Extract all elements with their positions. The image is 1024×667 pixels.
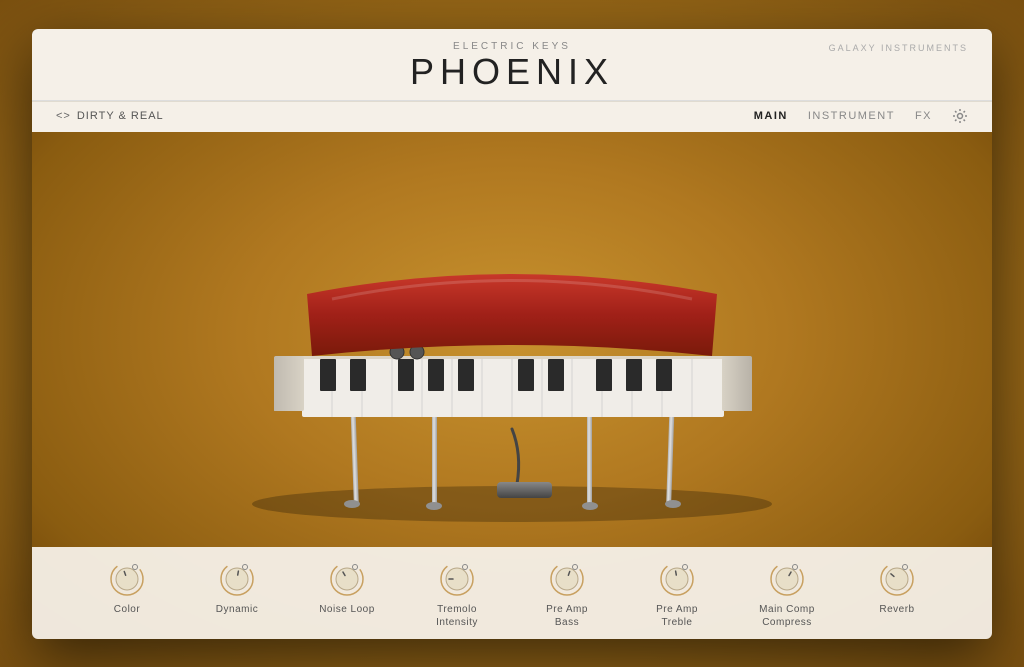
outer-wrapper: Galaxy Instruments Electric Keys PHOENIX… — [0, 0, 1024, 667]
knob-pre-amp-bass-label: Pre AmpBass — [546, 603, 588, 629]
knob-pre-amp-treble-label: Pre AmpTreble — [656, 603, 698, 629]
tab-main[interactable]: MAIN — [754, 110, 788, 122]
knob-dynamic[interactable] — [217, 559, 257, 599]
knob-color-container — [107, 559, 147, 599]
galaxy-label: Galaxy Instruments — [829, 43, 968, 53]
plugin-window: Galaxy Instruments Electric Keys PHOENIX… — [32, 29, 992, 639]
knob-color[interactable] — [107, 559, 147, 599]
knob-reverb-container — [877, 559, 917, 599]
knob-tremolo-intensity-label: TremoloIntensity — [436, 603, 478, 629]
knob-pre-amp-treble-container — [657, 559, 697, 599]
knob-noise-loop-label: Noise Loop — [319, 603, 375, 616]
knob-reverb-control: Reverb — [842, 559, 952, 629]
settings-icon[interactable] — [952, 108, 968, 124]
knob-tremolo-intensity[interactable] — [437, 559, 477, 599]
preset-arrows[interactable]: <> — [56, 110, 71, 122]
knob-pre-amp-treble[interactable] — [657, 559, 697, 599]
preset-nav: <> DIRTY & REAL — [56, 110, 164, 122]
knob-pre-amp-bass[interactable] — [547, 559, 587, 599]
nav-links: MAIN INSTRUMENT FX — [754, 108, 968, 124]
piano-illustration — [202, 164, 822, 524]
knob-tremolo-intensity-control: TremoloIntensity — [402, 559, 512, 629]
knob-color-control: Color — [72, 559, 182, 629]
knob-dynamic-container — [217, 559, 257, 599]
preset-name: DIRTY & REAL — [77, 110, 164, 122]
knob-pre-amp-bass-control: Pre AmpBass — [512, 559, 622, 629]
knob-tremolo-intensity-container — [437, 559, 477, 599]
controls-bar: Color Dynamic — [32, 547, 992, 639]
knob-main-comp-compress[interactable] — [767, 559, 807, 599]
main-content: Color Dynamic — [32, 132, 992, 639]
knob-pre-amp-treble-control: Pre AmpTreble — [622, 559, 732, 629]
knob-main-comp-compress-label: Main CompCompress — [759, 603, 815, 629]
knob-dynamic-control: Dynamic — [182, 559, 292, 629]
plugin-title: PHOENIX — [410, 54, 614, 90]
knob-noise-loop[interactable] — [327, 559, 367, 599]
knob-noise-loop-control: Noise Loop — [292, 559, 402, 629]
piano-area — [32, 132, 992, 547]
knob-reverb[interactable] — [877, 559, 917, 599]
header: Galaxy Instruments Electric Keys PHOENIX — [32, 29, 992, 101]
knob-reverb-label: Reverb — [879, 603, 914, 616]
tab-fx[interactable]: FX — [915, 110, 932, 122]
knob-main-comp-compress-container — [767, 559, 807, 599]
plugin-subtitle: Electric Keys — [453, 41, 571, 52]
tab-instrument[interactable]: INSTRUMENT — [808, 110, 895, 122]
knob-main-comp-compress-control: Main CompCompress — [732, 559, 842, 629]
nav-bar: <> DIRTY & REAL MAIN INSTRUMENT FX — [32, 101, 992, 132]
knob-noise-loop-container — [327, 559, 367, 599]
knob-dynamic-label: Dynamic — [216, 603, 258, 616]
knob-pre-amp-bass-container — [547, 559, 587, 599]
knob-color-label: Color — [114, 603, 140, 616]
